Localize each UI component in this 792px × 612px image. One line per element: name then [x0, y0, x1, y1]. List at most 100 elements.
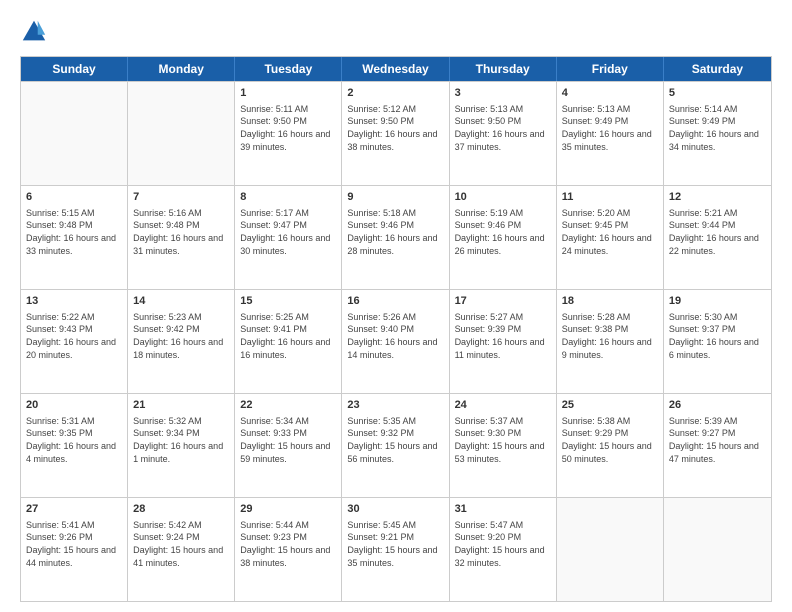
header-day-saturday: Saturday: [664, 57, 771, 81]
calendar-empty-cell: [128, 82, 235, 185]
day-info: Sunrise: 5:28 AM Sunset: 9:38 PM Dayligh…: [562, 311, 658, 361]
calendar-day-14: 14 Sunrise: 5:23 AM Sunset: 9:42 PM Dayli…: [128, 290, 235, 393]
header-day-monday: Monday: [128, 57, 235, 81]
day-number: 4: [562, 86, 658, 101]
calendar-day-12: 12 Sunrise: 5:21 AM Sunset: 9:44 PM Dayli…: [664, 186, 771, 289]
calendar-week-2: 6 Sunrise: 5:15 AM Sunset: 9:48 PM Daylig…: [21, 185, 771, 289]
day-info: Sunrise: 5:30 AM Sunset: 9:37 PM Dayligh…: [669, 311, 766, 361]
calendar-day-11: 11 Sunrise: 5:20 AM Sunset: 9:45 PM Dayli…: [557, 186, 664, 289]
calendar-day-15: 15 Sunrise: 5:25 AM Sunset: 9:41 PM Dayli…: [235, 290, 342, 393]
day-number: 29: [240, 502, 336, 517]
day-number: 12: [669, 190, 766, 205]
day-info: Sunrise: 5:12 AM Sunset: 9:50 PM Dayligh…: [347, 103, 443, 153]
calendar-day-23: 23 Sunrise: 5:35 AM Sunset: 9:32 PM Dayli…: [342, 394, 449, 497]
day-info: Sunrise: 5:13 AM Sunset: 9:50 PM Dayligh…: [455, 103, 551, 153]
day-number: 30: [347, 502, 443, 517]
calendar-day-9: 9 Sunrise: 5:18 AM Sunset: 9:46 PM Daylig…: [342, 186, 449, 289]
calendar-day-1: 1 Sunrise: 5:11 AM Sunset: 9:50 PM Daylig…: [235, 82, 342, 185]
calendar-day-22: 22Sunrise: 5:34 AM Sunset: 9:33 PM Dayli…: [235, 394, 342, 497]
day-info: Sunrise: 5:37 AM Sunset: 9:30 PM Dayligh…: [455, 415, 551, 465]
day-info: Sunrise: 5:14 AM Sunset: 9:49 PM Dayligh…: [669, 103, 766, 153]
day-number: 18: [562, 294, 658, 309]
header-day-sunday: Sunday: [21, 57, 128, 81]
calendar-empty-cell: [664, 498, 771, 601]
day-info: Sunrise: 5:11 AM Sunset: 9:50 PM Dayligh…: [240, 103, 336, 153]
calendar-day-20: 20Sunrise: 5:31 AM Sunset: 9:35 PM Dayli…: [21, 394, 128, 497]
calendar-day-17: 17Sunrise: 5:27 AM Sunset: 9:39 PM Dayli…: [450, 290, 557, 393]
calendar-day-16: 16Sunrise: 5:26 AM Sunset: 9:40 PM Dayli…: [342, 290, 449, 393]
day-info: Sunrise: 5:35 AM Sunset: 9:32 PM Dayligh…: [347, 415, 443, 465]
calendar-day-24: 24 Sunrise: 5:37 AM Sunset: 9:30 PM Dayli…: [450, 394, 557, 497]
day-number: 21: [133, 398, 229, 413]
page-header: [20, 18, 772, 46]
day-info: Sunrise: 5:16 AM Sunset: 9:48 PM Dayligh…: [133, 207, 229, 257]
day-info: Sunrise: 5:25 AM Sunset: 9:41 PM Dayligh…: [240, 311, 336, 361]
day-info: Sunrise: 5:13 AM Sunset: 9:49 PM Dayligh…: [562, 103, 658, 153]
day-info: Sunrise: 5:41 AM Sunset: 9:26 PM Dayligh…: [26, 519, 122, 569]
calendar-day-10: 10Sunrise: 5:19 AM Sunset: 9:46 PM Dayli…: [450, 186, 557, 289]
day-number: 11: [562, 190, 658, 205]
day-number: 2: [347, 86, 443, 101]
day-info: Sunrise: 5:44 AM Sunset: 9:23 PM Dayligh…: [240, 519, 336, 569]
logo-icon: [20, 18, 48, 46]
day-number: 14: [133, 294, 229, 309]
day-info: Sunrise: 5:23 AM Sunset: 9:42 PM Dayligh…: [133, 311, 229, 361]
day-info: Sunrise: 5:22 AM Sunset: 9:43 PM Dayligh…: [26, 311, 122, 361]
day-info: Sunrise: 5:15 AM Sunset: 9:48 PM Dayligh…: [26, 207, 122, 257]
calendar-day-6: 6 Sunrise: 5:15 AM Sunset: 9:48 PM Daylig…: [21, 186, 128, 289]
calendar-day-21: 21 Sunrise: 5:32 AM Sunset: 9:34 PM Dayli…: [128, 394, 235, 497]
header-day-wednesday: Wednesday: [342, 57, 449, 81]
calendar-empty-cell: [21, 82, 128, 185]
day-info: Sunrise: 5:17 AM Sunset: 9:47 PM Dayligh…: [240, 207, 336, 257]
calendar: SundayMondayTuesdayWednesdayThursdayFrid…: [20, 56, 772, 602]
day-number: 6: [26, 190, 122, 205]
day-number: 9: [347, 190, 443, 205]
day-info: Sunrise: 5:39 AM Sunset: 9:27 PM Dayligh…: [669, 415, 766, 465]
day-info: Sunrise: 5:18 AM Sunset: 9:46 PM Dayligh…: [347, 207, 443, 257]
day-number: 26: [669, 398, 766, 413]
calendar-day-4: 4 Sunrise: 5:13 AM Sunset: 9:49 PM Daylig…: [557, 82, 664, 185]
day-number: 3: [455, 86, 551, 101]
calendar-header: SundayMondayTuesdayWednesdayThursdayFrid…: [21, 57, 771, 81]
day-number: 31: [455, 502, 551, 517]
calendar-day-27: 27 Sunrise: 5:41 AM Sunset: 9:26 PM Dayli…: [21, 498, 128, 601]
calendar-day-7: 7 Sunrise: 5:16 AM Sunset: 9:48 PM Daylig…: [128, 186, 235, 289]
day-number: 10: [455, 190, 551, 205]
day-number: 7: [133, 190, 229, 205]
day-number: 15: [240, 294, 336, 309]
calendar-day-2: 2 Sunrise: 5:12 AM Sunset: 9:50 PM Daylig…: [342, 82, 449, 185]
day-number: 19: [669, 294, 766, 309]
day-info: Sunrise: 5:45 AM Sunset: 9:21 PM Dayligh…: [347, 519, 443, 569]
day-info: Sunrise: 5:34 AM Sunset: 9:33 PM Dayligh…: [240, 415, 336, 465]
day-number: 5: [669, 86, 766, 101]
calendar-day-13: 13Sunrise: 5:22 AM Sunset: 9:43 PM Dayli…: [21, 290, 128, 393]
calendar-day-25: 25Sunrise: 5:38 AM Sunset: 9:29 PM Dayli…: [557, 394, 664, 497]
day-info: Sunrise: 5:21 AM Sunset: 9:44 PM Dayligh…: [669, 207, 766, 257]
day-number: 23: [347, 398, 443, 413]
calendar-day-31: 31Sunrise: 5:47 AM Sunset: 9:20 PM Dayli…: [450, 498, 557, 601]
day-number: 28: [133, 502, 229, 517]
calendar-body: 1 Sunrise: 5:11 AM Sunset: 9:50 PM Daylig…: [21, 81, 771, 601]
calendar-empty-cell: [557, 498, 664, 601]
calendar-day-30: 30 Sunrise: 5:45 AM Sunset: 9:21 PM Dayli…: [342, 498, 449, 601]
header-day-tuesday: Tuesday: [235, 57, 342, 81]
day-number: 27: [26, 502, 122, 517]
calendar-week-5: 27 Sunrise: 5:41 AM Sunset: 9:26 PM Dayli…: [21, 497, 771, 601]
day-number: 25: [562, 398, 658, 413]
calendar-day-28: 28 Sunrise: 5:42 AM Sunset: 9:24 PM Dayli…: [128, 498, 235, 601]
day-number: 8: [240, 190, 336, 205]
calendar-day-3: 3 Sunrise: 5:13 AM Sunset: 9:50 PM Daylig…: [450, 82, 557, 185]
calendar-week-4: 20Sunrise: 5:31 AM Sunset: 9:35 PM Dayli…: [21, 393, 771, 497]
logo: [20, 18, 52, 46]
day-info: Sunrise: 5:20 AM Sunset: 9:45 PM Dayligh…: [562, 207, 658, 257]
calendar-week-3: 13Sunrise: 5:22 AM Sunset: 9:43 PM Dayli…: [21, 289, 771, 393]
header-day-friday: Friday: [557, 57, 664, 81]
day-number: 24: [455, 398, 551, 413]
day-info: Sunrise: 5:27 AM Sunset: 9:39 PM Dayligh…: [455, 311, 551, 361]
day-info: Sunrise: 5:32 AM Sunset: 9:34 PM Dayligh…: [133, 415, 229, 465]
day-info: Sunrise: 5:42 AM Sunset: 9:24 PM Dayligh…: [133, 519, 229, 569]
day-number: 20: [26, 398, 122, 413]
day-number: 1: [240, 86, 336, 101]
calendar-day-18: 18 Sunrise: 5:28 AM Sunset: 9:38 PM Dayli…: [557, 290, 664, 393]
day-info: Sunrise: 5:26 AM Sunset: 9:40 PM Dayligh…: [347, 311, 443, 361]
